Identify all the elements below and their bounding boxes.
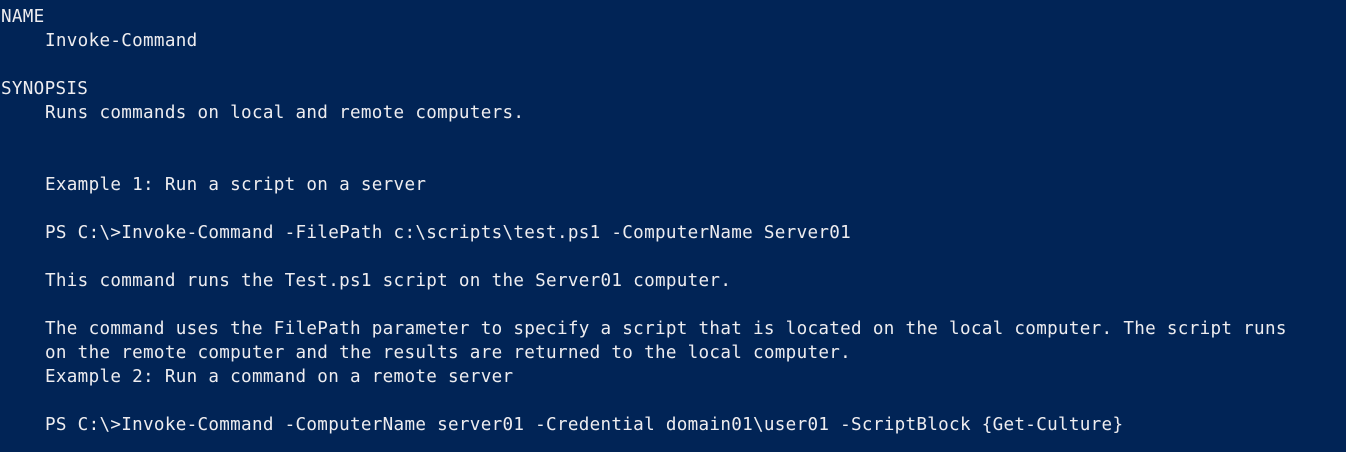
- powershell-console[interactable]: NAME Invoke-Command SYNOPSIS Runs comman…: [0, 0, 1346, 452]
- example-2-title: Example 2: Run a command on a remote ser…: [45, 367, 514, 387]
- example-1-command: PS C:\>Invoke-Command -FilePath c:\scrip…: [45, 223, 852, 243]
- example-1-detail-line-1: The command uses the FilePath parameter …: [45, 319, 1287, 339]
- cmdlet-name: Invoke-Command: [45, 31, 198, 51]
- example-2-command: PS C:\>Invoke-Command -ComputerName serv…: [45, 415, 1124, 435]
- example-1-detail-line-2: on the remote computer and the results a…: [45, 343, 852, 363]
- synopsis-heading: SYNOPSIS: [1, 79, 89, 99]
- example-1-description: This command runs the Test.ps1 script on…: [45, 271, 732, 291]
- name-heading: NAME: [1, 7, 45, 27]
- synopsis-text: Runs commands on local and remote comput…: [45, 103, 525, 123]
- example-1-title: Example 1: Run a script on a server: [45, 175, 427, 195]
